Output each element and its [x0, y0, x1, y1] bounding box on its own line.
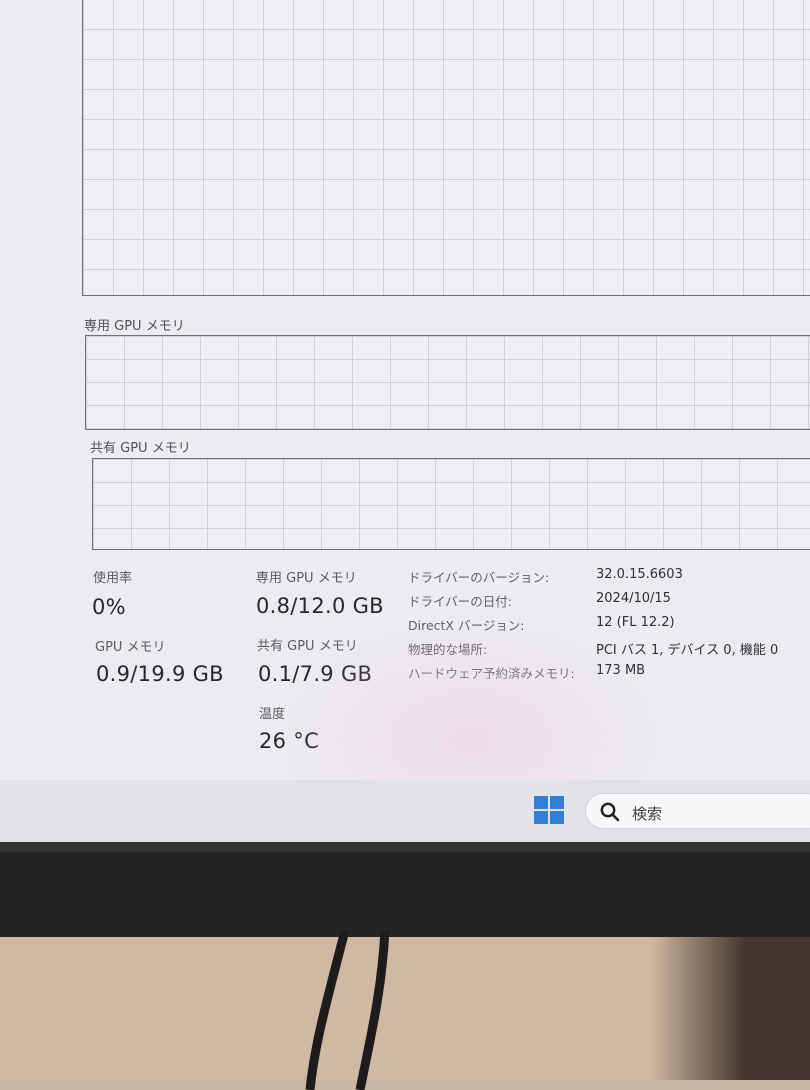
temperature-value: 26 °C	[259, 729, 320, 753]
directx-version-label: DirectX バージョン:	[408, 618, 525, 633]
shared-memory-value: 0.1/7.9 GB	[258, 662, 373, 686]
driver-version-label: ドライバーのバージョン:	[408, 570, 550, 585]
physical-location-value: PCI バス 1, デバイス 0, 機能 0	[596, 643, 779, 658]
gpu-performance-panel: 専用 GPU メモリ 共有 GPU メモリ 使用率 0% GPU メモリ 0.9…	[0, 0, 810, 780]
usage-label: 使用率	[93, 571, 133, 586]
usage-value: 0%	[92, 595, 126, 619]
monitor-screen: 専用 GPU メモリ 共有 GPU メモリ 使用率 0% GPU メモリ 0.9…	[0, 0, 810, 842]
dedicated-memory-value: 0.8/12.0 GB	[256, 594, 384, 618]
monitor-bezel	[0, 842, 810, 937]
directx-version-value: 12 (FL 12.2)	[596, 615, 675, 630]
driver-date-label: ドライバーの日付:	[408, 594, 512, 609]
search-icon	[600, 802, 620, 822]
windows-logo-icon[interactable]	[534, 796, 566, 826]
shared-memory-graph-label: 共有 GPU メモリ	[90, 441, 191, 456]
cable	[305, 930, 390, 1090]
gpu-usage-graph	[82, 0, 810, 296]
driver-version-value: 32.0.15.6603	[596, 567, 683, 582]
dedicated-memory-graph-label: 専用 GPU メモリ	[84, 319, 185, 334]
shared-memory-graph	[92, 458, 810, 550]
wall-shadow	[650, 937, 810, 1080]
search-placeholder: 検索	[632, 805, 663, 823]
dedicated-memory-graph	[85, 335, 810, 430]
shared-memory-label: 共有 GPU メモリ	[257, 639, 358, 654]
gpu-memory-value: 0.9/19.9 GB	[96, 662, 224, 686]
driver-date-value: 2024/10/15	[596, 591, 671, 606]
reserved-memory-value: 173 MB	[596, 663, 646, 678]
gpu-memory-label: GPU メモリ	[95, 640, 166, 655]
reserved-memory-label: ハードウェア予約済みメモリ:	[408, 666, 575, 681]
taskbar: 検索	[0, 780, 810, 842]
dedicated-memory-label: 専用 GPU メモリ	[256, 571, 357, 586]
monitor-bezel-edge	[0, 842, 810, 852]
physical-location-label: 物理的な場所:	[408, 642, 488, 657]
temperature-label: 温度	[259, 707, 286, 722]
taskbar-search-box[interactable]: 検索	[585, 793, 810, 829]
